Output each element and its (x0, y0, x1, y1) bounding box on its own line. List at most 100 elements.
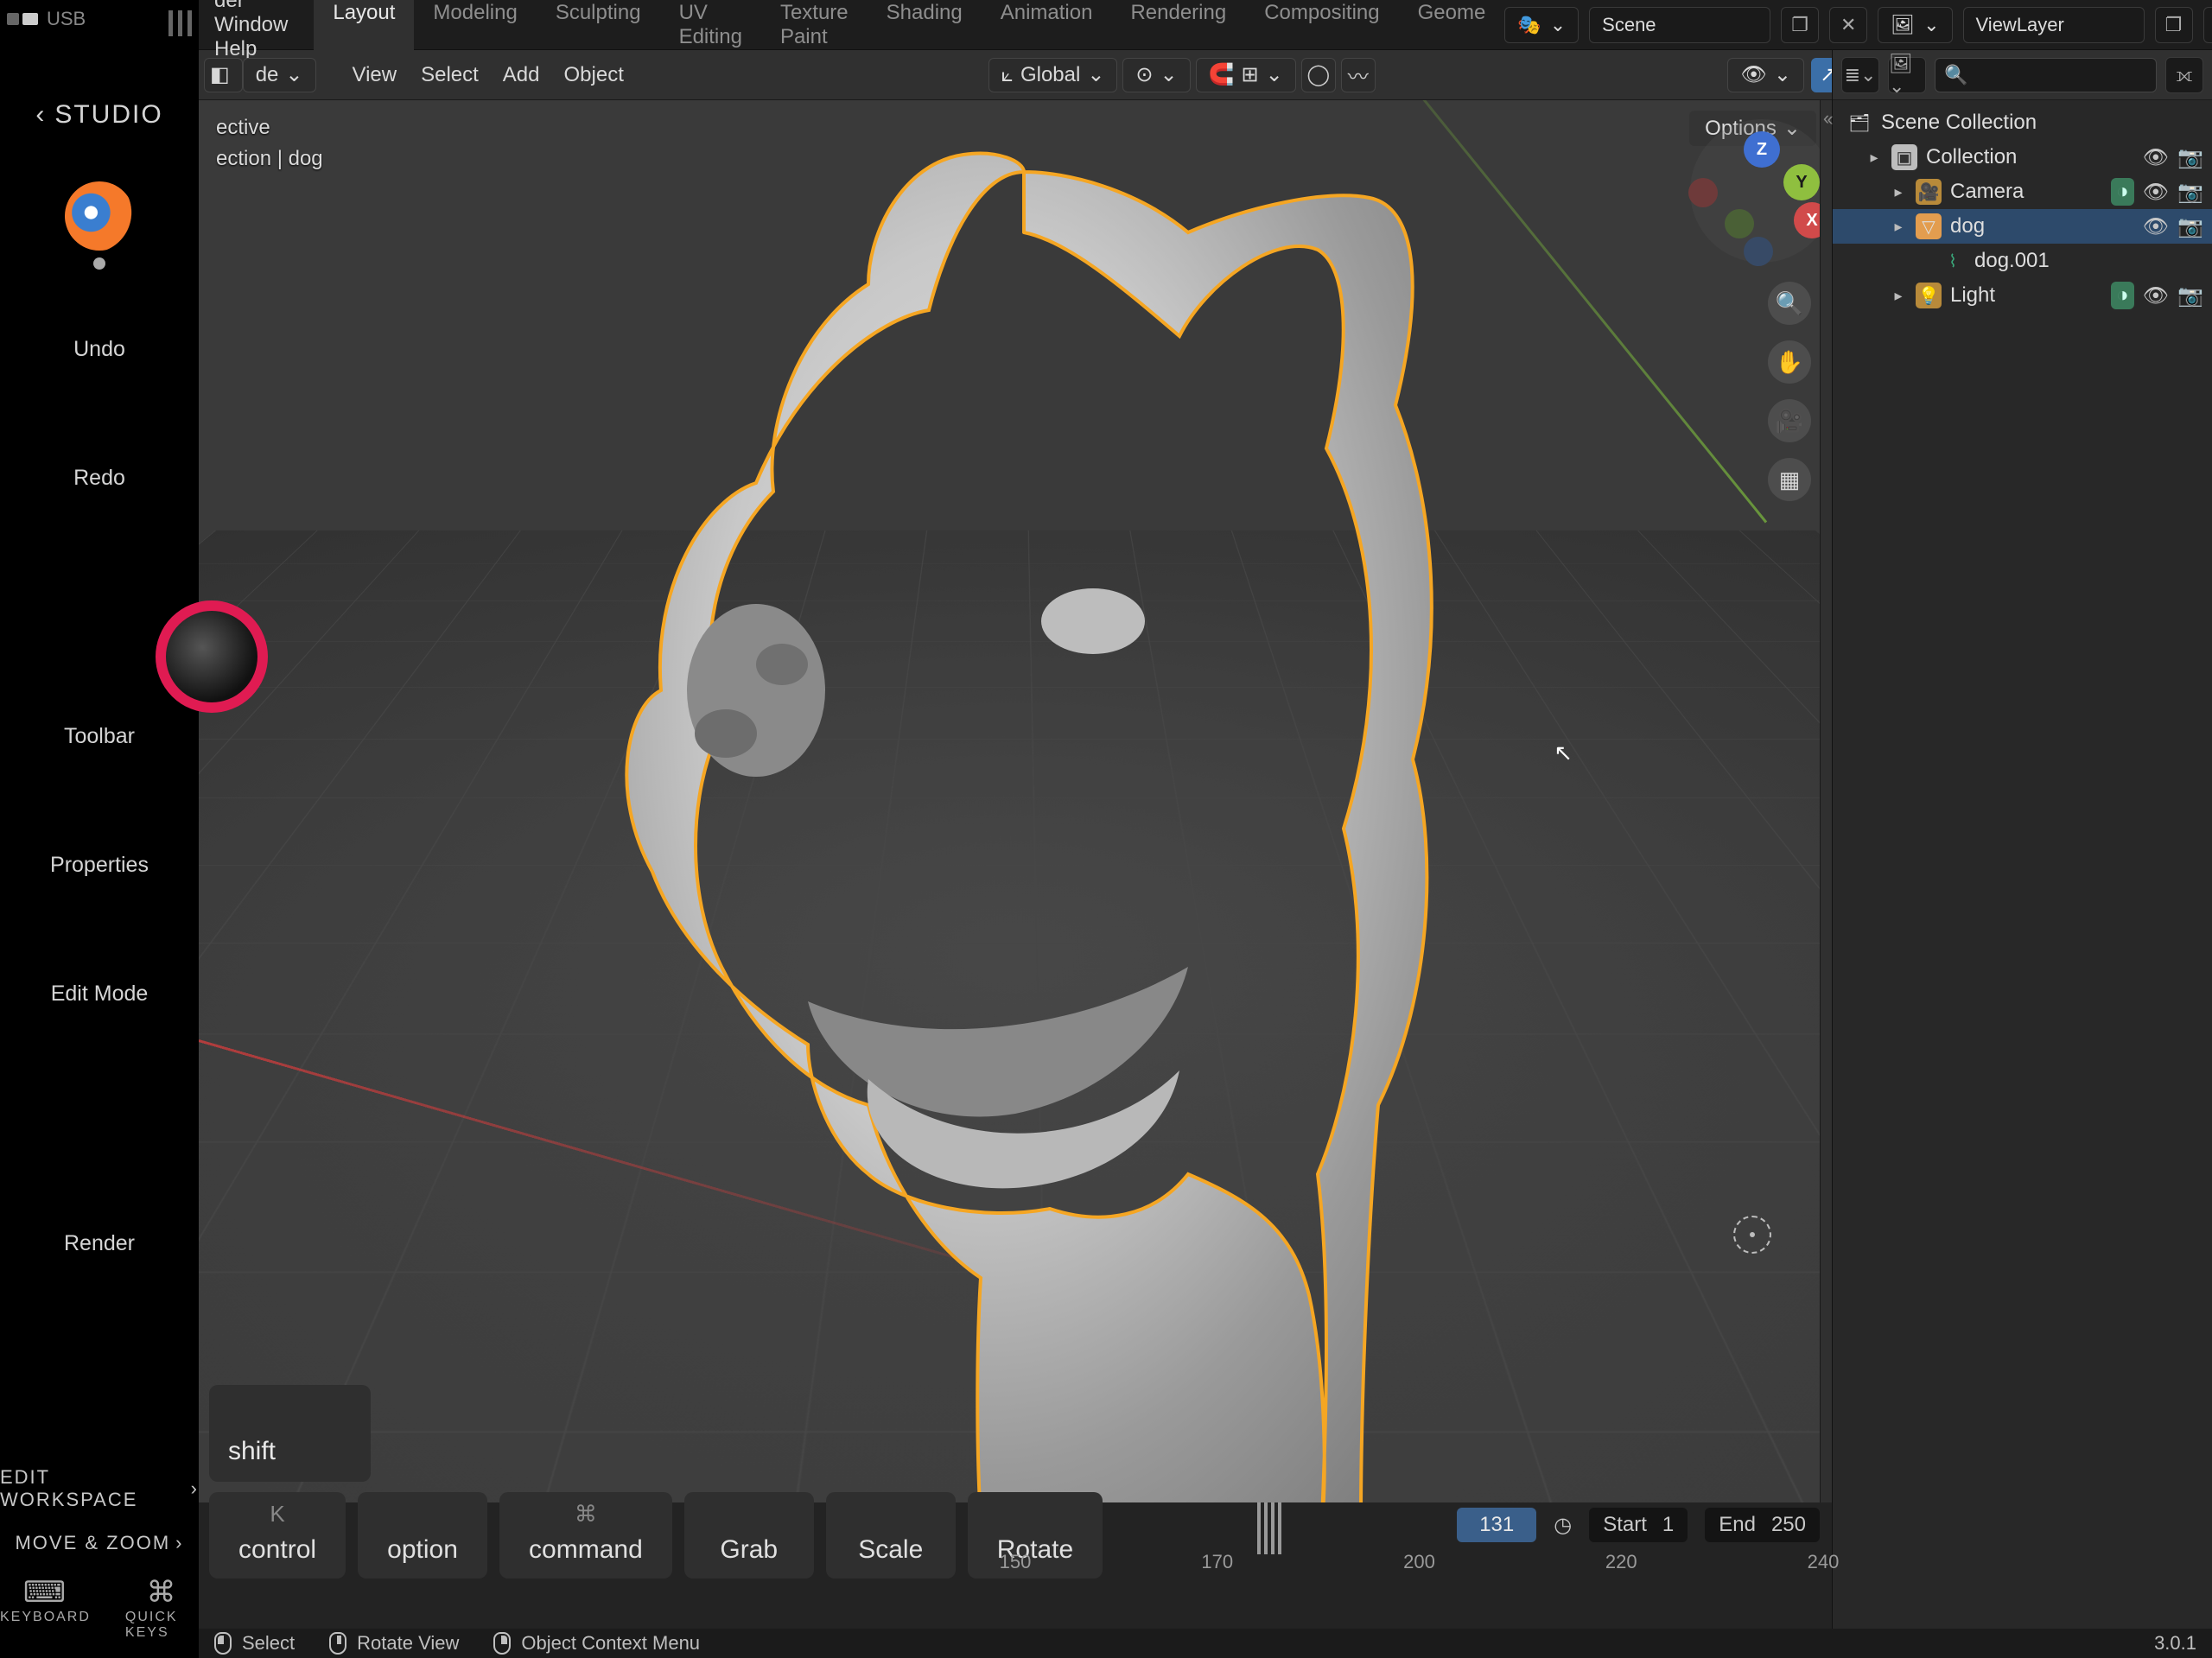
menu-blender[interactable]: der (199, 0, 260, 12)
restrict-badge-icon[interactable]: ◑ (2111, 282, 2134, 309)
camera-view-button[interactable]: 🎥 (1768, 399, 1811, 442)
eye-icon[interactable]: 👁 (2143, 180, 2169, 205)
render-icon[interactable]: 📷 (2177, 283, 2203, 308)
quickkeys-button[interactable]: ⌘QUICK KEYS (125, 1575, 199, 1641)
gizmo-axis-neg-y[interactable] (1725, 209, 1754, 238)
outliner-row-Camera[interactable]: ▸🎥Camera◑👁📷 (1833, 175, 2212, 209)
menu-window[interactable]: Window (199, 13, 303, 36)
outliner-display-dropdown[interactable]: 🖼⌄ (1888, 57, 1926, 93)
gizmo-axis-y[interactable]: Y (1783, 164, 1820, 200)
outliner-row-dog-001[interactable]: ⌇dog.001 (1833, 244, 2212, 278)
eye-icon[interactable]: 👁 (2143, 283, 2169, 308)
pan-button[interactable]: ✋ (1768, 340, 1811, 384)
nav-gizmo[interactable]: Z Y X (1706, 135, 1818, 247)
tab-shading[interactable]: Shading (868, 0, 982, 58)
timeline-start-field[interactable]: Start1 (1589, 1508, 1688, 1542)
joystick-indicator-icon[interactable] (156, 600, 268, 713)
gizmo-axis-neg-z[interactable] (1744, 237, 1773, 266)
version-label: 3.0.1 (2154, 1632, 2196, 1655)
sidebar-item-undo[interactable]: Undo (73, 337, 125, 362)
sidebar-item-redo[interactable]: Redo (73, 466, 125, 491)
restrict-badge-icon[interactable]: ◑ (2111, 178, 2134, 206)
cube-icon: ◧ (210, 62, 230, 87)
editor-type-dropdown[interactable]: ◧ (204, 58, 243, 92)
eye-icon[interactable]: 👁 (2143, 145, 2169, 170)
scene-copy-button[interactable]: ❐ (1781, 7, 1819, 43)
viewlayer-delete-button[interactable]: ✕ (2203, 7, 2212, 43)
viewport-3d[interactable]: ective ection | dog Options⌄ (199, 100, 1832, 1502)
viewlayer-copy-button[interactable]: ❐ (2155, 7, 2193, 43)
chevron-down-icon: ⌄ (285, 62, 302, 87)
outliner-row-Collection[interactable]: ▸▣Collection👁📷 (1833, 140, 2212, 175)
proportional-curve-button[interactable]: 〰 (1341, 58, 1376, 92)
keyboard-button[interactable]: ⌨KEYBOARD (0, 1575, 91, 1641)
disclosure-icon[interactable]: ▸ (1890, 218, 1907, 236)
tick-240: 240 (1808, 1551, 1840, 1573)
light-gizmo-icon[interactable] (1733, 1216, 1771, 1254)
perspective-toggle[interactable]: ▦ (1768, 458, 1811, 501)
panel-collapse-handle[interactable]: ‹ (1820, 100, 1832, 1502)
eye-icon[interactable]: 👁 (2143, 214, 2169, 239)
sidebar-item-properties[interactable]: Properties (50, 853, 149, 878)
tab-sculpting[interactable]: Sculpting (537, 0, 660, 58)
viewlayer-name-field[interactable]: ViewLayer (1963, 7, 2145, 43)
outliner-filter-button[interactable]: ⟗ (2165, 57, 2203, 93)
outliner-search-input[interactable]: 🔍 (1935, 58, 2157, 92)
scene-browse-button[interactable]: 🎭⌄ (1504, 7, 1579, 43)
menu-add[interactable]: Add (491, 63, 552, 87)
render-icon[interactable]: 📷 (2177, 180, 2203, 205)
menu-select[interactable]: Select (409, 63, 491, 87)
sidebar-item-editmode[interactable]: Edit Mode (51, 981, 149, 1007)
disclosure-icon[interactable]: ▸ (1890, 183, 1907, 201)
viewlayer-browse-button[interactable]: 🖼⌄ (1878, 7, 1952, 43)
timeline-current-frame[interactable]: 131 (1457, 1508, 1536, 1542)
tab-geometry[interactable]: Geome (1399, 0, 1505, 58)
top-menu-bar: der Window Help Layout Modeling Sculptin… (199, 0, 2212, 50)
move-zoom-button[interactable]: MOVE & ZOOM› (15, 1532, 183, 1554)
armature-icon: ⌇ (1940, 248, 1966, 274)
disclosure-icon[interactable]: ▸ (1866, 149, 1883, 167)
dog-mesh[interactable] (497, 137, 1534, 1502)
outliner-row-Light[interactable]: ▸💡Light◑👁📷 (1833, 278, 2212, 313)
mode-dropdown[interactable]: de⌄ (243, 58, 316, 92)
tab-animation[interactable]: Animation (982, 0, 1112, 58)
gizmo-axis-neg-x[interactable] (1688, 178, 1718, 207)
scene-delete-button[interactable]: ✕ (1829, 7, 1867, 43)
tab-modeling[interactable]: Modeling (414, 0, 536, 58)
visibility-dropdown[interactable]: 👁⌄ (1727, 58, 1804, 92)
menu-help[interactable]: Help (199, 37, 272, 60)
proportional-button[interactable]: ◯ (1301, 58, 1336, 92)
menu-object[interactable]: Object (552, 63, 636, 87)
studio-back[interactable]: ‹ STUDIO (35, 100, 162, 130)
timeline-autokey-icon[interactable]: ◷ (1554, 1513, 1572, 1538)
render-icon[interactable]: 📷 (2177, 214, 2203, 239)
tab-rendering[interactable]: Rendering (1111, 0, 1245, 58)
sidebar-item-toolbar[interactable]: Toolbar (64, 724, 135, 749)
outliner-row-dog[interactable]: ▸▽dog👁📷 (1833, 209, 2212, 244)
viewport-overlay-text: ective ection | dog (216, 112, 323, 175)
orientation-dropdown[interactable]: ⟀Global⌄ (988, 58, 1118, 92)
blender-app: der Window Help Layout Modeling Sculptin… (199, 0, 2212, 1658)
tab-compositing[interactable]: Compositing (1245, 0, 1398, 58)
gizmo-axis-z[interactable]: Z (1744, 131, 1780, 168)
scene-name: Scene (1602, 14, 1656, 36)
outliner-mode-dropdown[interactable]: ≣⌄ (1841, 57, 1879, 93)
blender-logo-icon[interactable] (65, 181, 134, 251)
edit-workspace-button[interactable]: EDIT WORKSPACE› (0, 1466, 199, 1511)
zoom-button[interactable]: 🔍 (1768, 282, 1811, 325)
pivot-dropdown[interactable]: ⊙⌄ (1122, 58, 1190, 92)
outliner-scene-row[interactable]: 🗂 Scene Collection (1833, 105, 2212, 140)
scene-name-field[interactable]: Scene (1589, 7, 1770, 43)
menu-view[interactable]: View (340, 63, 410, 87)
panel-resize-handle[interactable]: ‹ (1826, 102, 1834, 137)
tab-texturepaint[interactable]: Texture Paint (761, 0, 868, 58)
sidebar-item-render[interactable]: Render (64, 1231, 135, 1256)
snap-dropdown[interactable]: 🧲⊞⌄ (1196, 58, 1296, 92)
drag-handle-icon[interactable] (168, 10, 192, 36)
tab-layout[interactable]: Layout (314, 0, 414, 58)
disclosure-icon[interactable]: ▸ (1890, 287, 1907, 305)
timeline-end-field[interactable]: End250 (1705, 1508, 1820, 1542)
tab-uvediting[interactable]: UV Editing (660, 0, 761, 58)
timeline-ruler[interactable]: 150170200220240 (1015, 1551, 1823, 1585)
render-icon[interactable]: 📷 (2177, 145, 2203, 170)
